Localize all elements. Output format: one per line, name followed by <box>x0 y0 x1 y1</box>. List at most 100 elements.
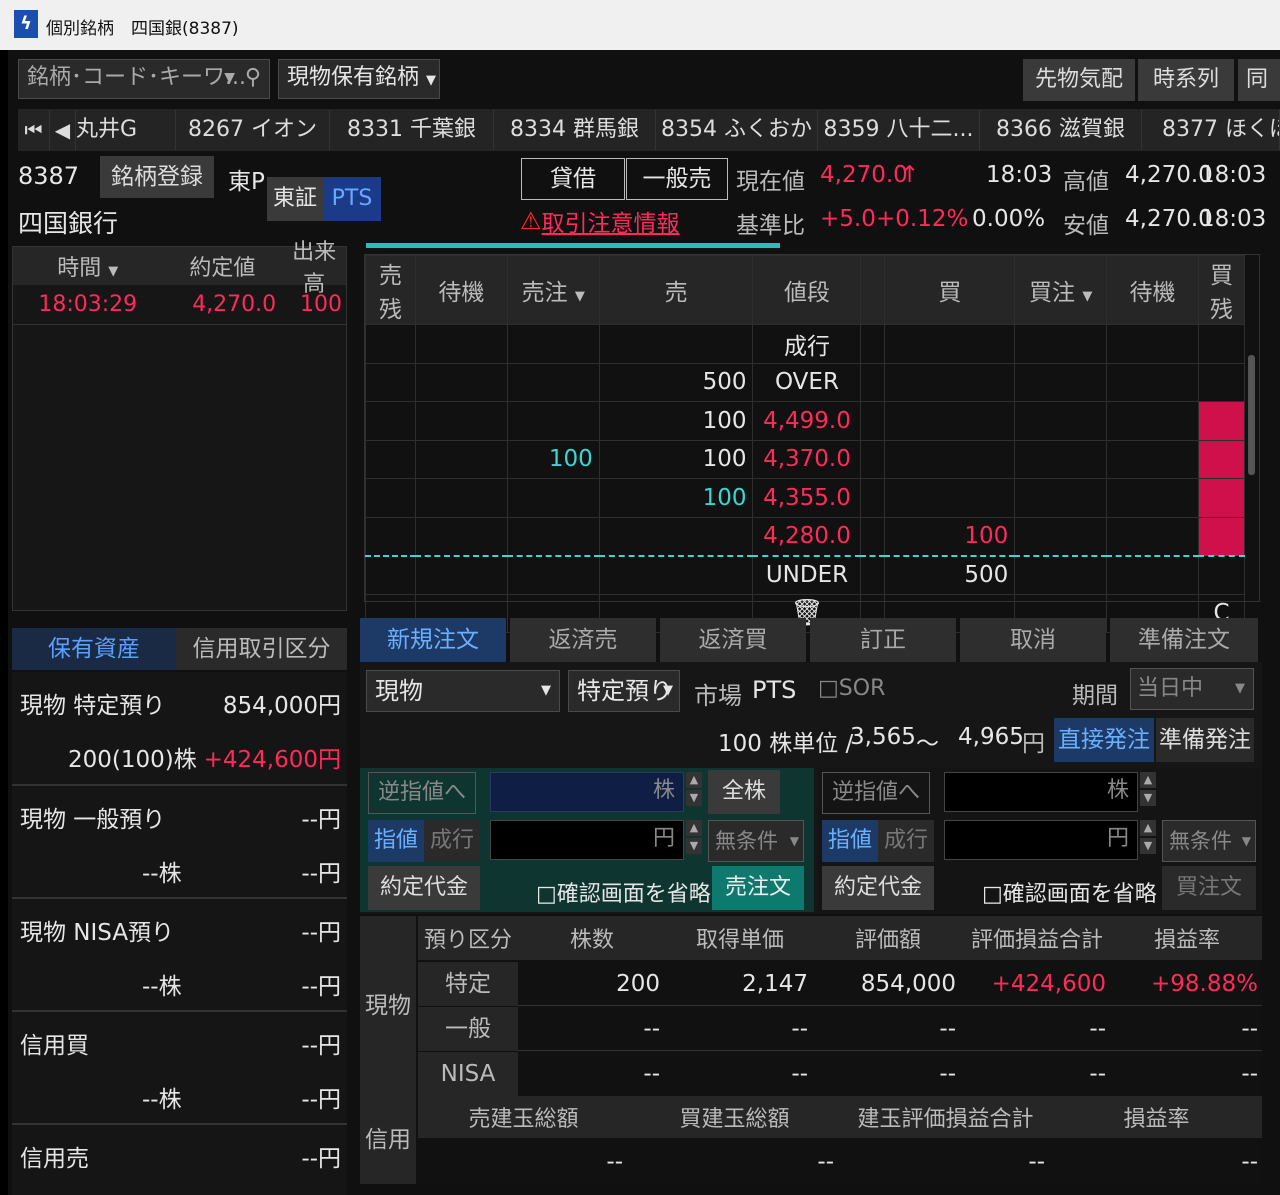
board-scrollbar[interactable] <box>1248 355 1255 475</box>
buy-skip-confirm-checkbox[interactable]: □確認画面を省略 <box>982 876 1157 908</box>
account-select[interactable]: 特定預り ▼ <box>568 670 680 712</box>
tab-holdings[interactable]: 保有資産 <box>12 628 176 670</box>
sell-order-col[interactable]: 売注 ▼ <box>506 255 600 325</box>
tab-new-order[interactable]: 新規注文 <box>360 618 506 662</box>
board-accent-bar <box>366 243 780 248</box>
asset-panel: 現物 特定預り 854,000円 200(100)株 +424,600円 現物 … <box>12 672 347 1195</box>
high-label: 高値 <box>1063 169 1109 195</box>
sell-market-button[interactable]: 成行 <box>424 820 480 862</box>
lending-button[interactable]: 貸借 <box>521 158 625 200</box>
price-cell[interactable]: 4,370.0 <box>752 439 862 479</box>
margin-header: 売建玉総額 買建玉総額 建玉評価損益合計 損益率 <box>418 1096 1262 1138</box>
tab-margin[interactable]: 信用取引区分 <box>176 628 347 670</box>
ratio-value: 0.00% <box>972 206 1046 232</box>
market-pts-button[interactable]: PTS <box>323 177 381 221</box>
current-label: 現在値 <box>736 169 805 195</box>
tab-prepare-order[interactable]: 準備注文 <box>1110 618 1258 662</box>
sell-price-input[interactable]: 円 <box>490 820 684 860</box>
holdings-list-select[interactable]: 現物保有銘柄 ▼ <box>278 59 440 99</box>
asset-tabs: 保有資産 信用取引区分 <box>12 628 347 670</box>
stock-name: 四国銀行 <box>18 209 119 238</box>
low-time: 18:03 <box>1200 206 1267 232</box>
tab-repay-buy[interactable]: 返済買 <box>660 618 806 662</box>
all-shares-button[interactable]: 全株 <box>708 770 780 814</box>
current-time: 18:03 <box>986 162 1053 188</box>
title-bar: ϟ 個別銘柄 四国銀(8387) <box>0 0 1280 50</box>
market-tse-button[interactable]: 東証 <box>267 177 323 221</box>
market-label: 東P <box>228 169 265 195</box>
window-title: 個別銘柄 四国銀(8387) <box>46 19 239 39</box>
trade-warning-link[interactable]: ⚠ 取引注意情報 <box>520 204 680 238</box>
general-sell-button[interactable]: 一般売 <box>626 158 728 200</box>
buy-order-col[interactable]: 買注 ▼ <box>1014 255 1108 325</box>
price-cell[interactable]: 4,499.0 <box>752 401 862 441</box>
sell-qty-input[interactable]: 株 <box>490 772 684 812</box>
change-percent: +0.12% <box>876 206 969 232</box>
positions-panel: 現物 預り区分 株数 取得単価 評価額 評価損益合計 損益率 特定 200 2,… <box>360 916 1262 1096</box>
buy-qty-stepper[interactable]: ▲ ▼ <box>1140 772 1156 806</box>
buy-price-input[interactable]: 円 <box>944 820 1138 860</box>
sell-skip-confirm-checkbox[interactable]: □確認画面を省略 <box>536 876 711 908</box>
register-stock-button[interactable]: 銘柄登録 <box>100 156 214 198</box>
sell-condition-select[interactable]: 無条件 ▼ <box>708 820 804 862</box>
board-row: 100 4,355.0 <box>365 478 1246 518</box>
tab-cancel[interactable]: 取消 <box>960 618 1106 662</box>
product-select[interactable]: 現物 ▼ <box>366 670 560 712</box>
timeseries-button[interactable]: 時系列 <box>1138 59 1234 101</box>
buy-market-button[interactable]: 成行 <box>878 820 934 862</box>
buy-limit-button[interactable]: 指値 <box>822 820 878 862</box>
dropdown-arrow-icon[interactable]: ▼ <box>224 60 235 96</box>
main-window: 銘柄･コード･キーワ... ▼ ⚲ 現物保有銘柄 ▼ 先物気配 時系列 同業 ⏮… <box>8 50 1280 1195</box>
sell-order-panel: 逆指値へ 株 ▲ ▼ 全株 指値 成行 円 ▲ ▼ 無条件 ▼ 約定代金 □確認画面を… <box>360 768 814 912</box>
sell-limit-button[interactable]: 指値 <box>368 820 424 862</box>
search-icon[interactable]: ⚲ <box>245 60 261 96</box>
stock-tab[interactable]: 8267 イオン <box>176 110 330 150</box>
stock-tab[interactable]: 丸井G <box>76 110 176 150</box>
first-page-icon[interactable]: ⏮ <box>18 110 50 150</box>
board-row: 100 100 4,370.0 <box>365 439 1246 479</box>
stock-code: 8387 <box>18 162 80 190</box>
current-price: 4,270.0 <box>820 162 908 188</box>
price-cell[interactable]: 4,355.0 <box>752 478 862 518</box>
tab-repay-sell[interactable]: 返済売 <box>510 618 656 662</box>
app-lightning-icon: ϟ <box>14 10 38 38</box>
search-input[interactable]: 銘柄･コード･キーワ... ▼ ⚲ <box>18 59 270 99</box>
order-form: 現物 ▼ 特定預り ▼ 市場 PTS □SOR 期間 当日中 ▼ 100 株単位 / … <box>360 662 1262 914</box>
sell-order-button[interactable]: 売注文 <box>712 866 804 910</box>
stock-tab[interactable]: 8334 群馬銀 <box>494 110 656 150</box>
board-table: 売残 待機 売注 ▼ 売 値段 買 買注 ▼ 待機 買残 成行 500 OVER … <box>365 255 1246 633</box>
up-arrow-icon: ↑ <box>900 162 920 188</box>
stock-tab[interactable]: 8366 滋賀銀 <box>980 110 1142 150</box>
base-label: 基準比 <box>736 213 805 239</box>
stock-tab[interactable]: 8359 八十二... <box>818 110 980 150</box>
market-order-cell[interactable]: 成行 <box>752 324 862 364</box>
position-row: 一般 -- -- -- -- -- <box>418 1006 1262 1051</box>
buy-condition-select[interactable]: 無条件 ▼ <box>1162 820 1256 862</box>
stock-tab[interactable]: 8354 ふくおか <box>656 110 818 150</box>
price-cell[interactable]: 4,280.0 <box>752 516 862 556</box>
sell-stop-button[interactable]: 逆指値へ <box>368 772 476 814</box>
buy-stop-button[interactable]: 逆指値へ <box>822 772 930 814</box>
direct-order-button[interactable]: 直接発注 <box>1054 718 1154 762</box>
board-row: 100 4,499.0 <box>365 401 1246 441</box>
tick-col-time[interactable]: 時間 ▼ <box>13 250 163 282</box>
board-row: 4,280.0 100 <box>365 516 1246 556</box>
sell-contract-amount-button[interactable]: 約定代金 <box>368 866 480 910</box>
period-select[interactable]: 当日中 ▼ <box>1130 668 1254 710</box>
futures-quote-button[interactable]: 先物気配 <box>1023 59 1135 101</box>
buy-qty-input[interactable]: 株 <box>944 772 1138 812</box>
sor-checkbox[interactable]: □SOR <box>818 676 885 701</box>
stock-tab[interactable]: 8377 ほくほく <box>1142 110 1280 150</box>
sell-qty-stepper[interactable]: ▲ ▼ <box>686 772 702 806</box>
tick-header: 時間 ▼ 約定値 出来高 <box>13 240 346 297</box>
buy-order-button[interactable]: 買注文 <box>1162 866 1256 910</box>
sell-price-stepper[interactable]: ▲ ▼ <box>686 820 702 854</box>
tab-modify[interactable]: 訂正 <box>810 618 956 662</box>
prepare-order-button[interactable]: 準備発注 <box>1156 718 1254 762</box>
stock-tab[interactable]: 8331 千葉銀 <box>330 110 494 150</box>
buy-price-stepper[interactable]: ▲ ▼ <box>1140 820 1156 854</box>
sell-price-type: 指値 成行 <box>368 820 480 862</box>
same-industry-button[interactable]: 同業 <box>1238 59 1280 101</box>
prev-page-icon[interactable]: ◀ <box>50 110 76 150</box>
buy-contract-amount-button[interactable]: 約定代金 <box>822 866 934 910</box>
